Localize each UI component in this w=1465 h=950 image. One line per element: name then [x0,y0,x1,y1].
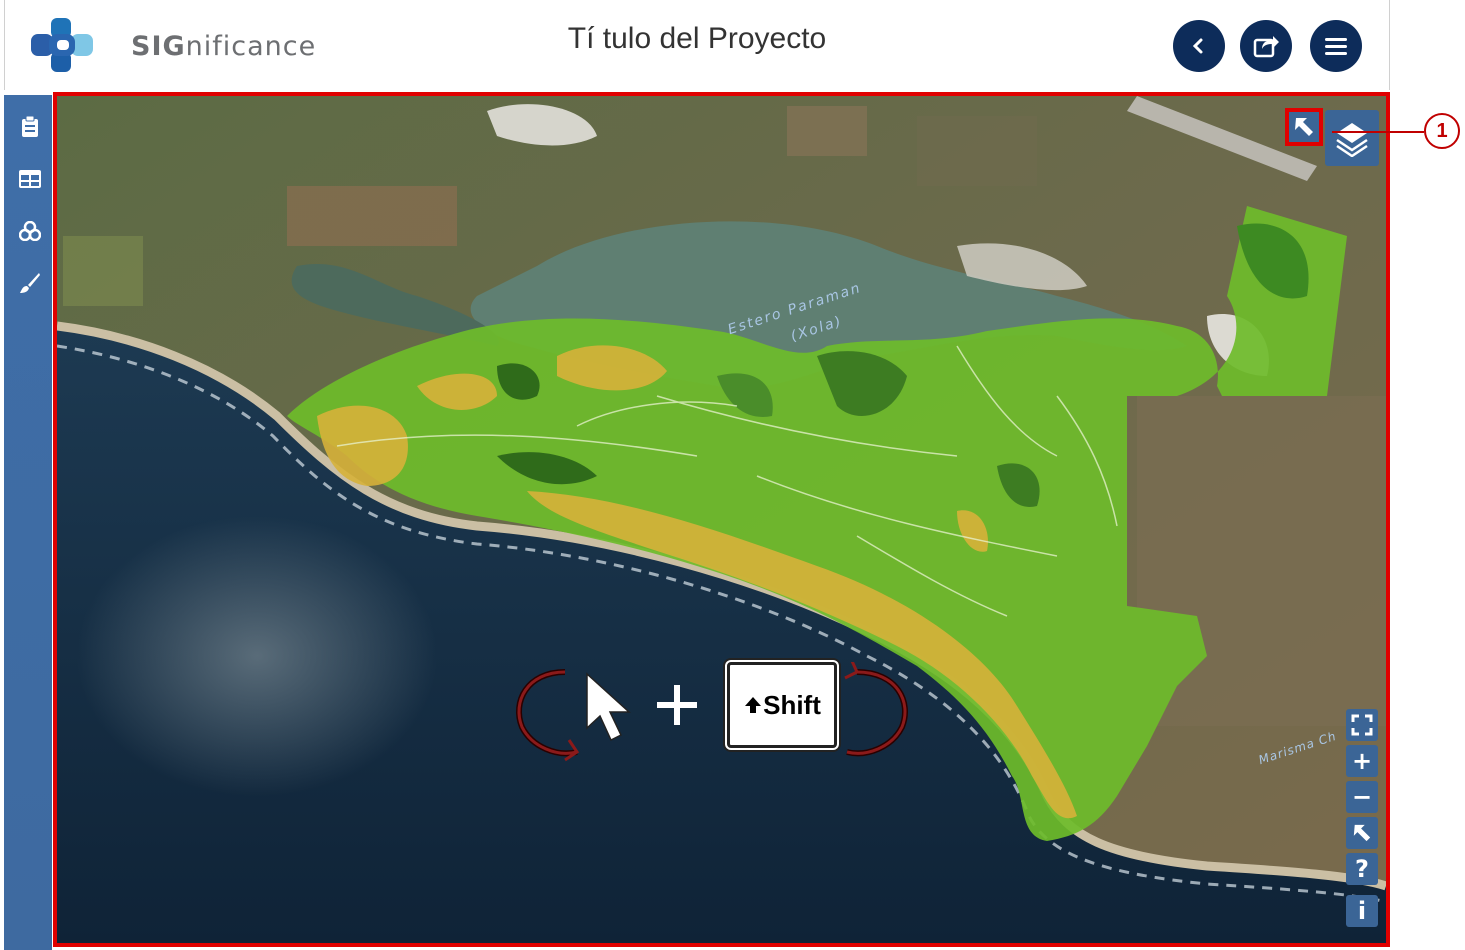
menu-button[interactable] [1310,20,1362,72]
plus-icon [657,685,697,725]
left-sidebar [4,95,52,950]
back-button[interactable] [1173,20,1225,72]
app-header: SIGnificance Tí tulo del Proyecto [4,0,1390,90]
help-icon: ? [1355,855,1369,883]
share-button[interactable] [1240,20,1292,72]
callout-badge: 1 [1424,113,1460,149]
reset-north-icon [1295,118,1313,136]
shift-key-label: Shift [763,689,821,720]
shift-key: Shift [727,662,837,748]
clipboard-icon[interactable] [18,115,42,139]
rotate-arrow-icon [515,669,580,762]
rotate-arrow-icon-2 [844,662,908,757]
reset-north-button-2[interactable] [1346,817,1378,849]
fullscreen-icon [1351,714,1373,736]
info-button[interactable]: i [1346,895,1378,927]
fullscreen-button[interactable] [1346,709,1378,741]
zoom-in-icon: + [1351,747,1373,775]
menu-icon [1325,38,1347,55]
share-icon [1253,36,1279,58]
satellite-map [57,96,1386,943]
table-icon[interactable] [18,167,42,191]
reset-north-button[interactable] [1285,108,1323,146]
brush-icon[interactable] [18,271,42,295]
layers-button[interactable] [1325,110,1379,166]
layers-icon [1336,123,1368,157]
zoom-out-icon: − [1351,783,1373,811]
map-view[interactable]: Estero Paraman (Xola) Marisma Ch + − ? i [53,92,1390,947]
zoom-out-button[interactable]: − [1346,781,1378,813]
help-button[interactable]: ? [1346,853,1378,885]
reset-north-icon [1353,824,1371,842]
cursor-icon [586,672,631,742]
layers-cluster-icon[interactable] [18,219,42,243]
zoom-in-button[interactable]: + [1346,745,1378,777]
info-icon: i [1357,897,1367,925]
arrow-up-icon [745,697,762,713]
rotate-hint [515,662,908,762]
callout-line [1332,131,1424,133]
chevron-left-icon [1192,38,1203,54]
